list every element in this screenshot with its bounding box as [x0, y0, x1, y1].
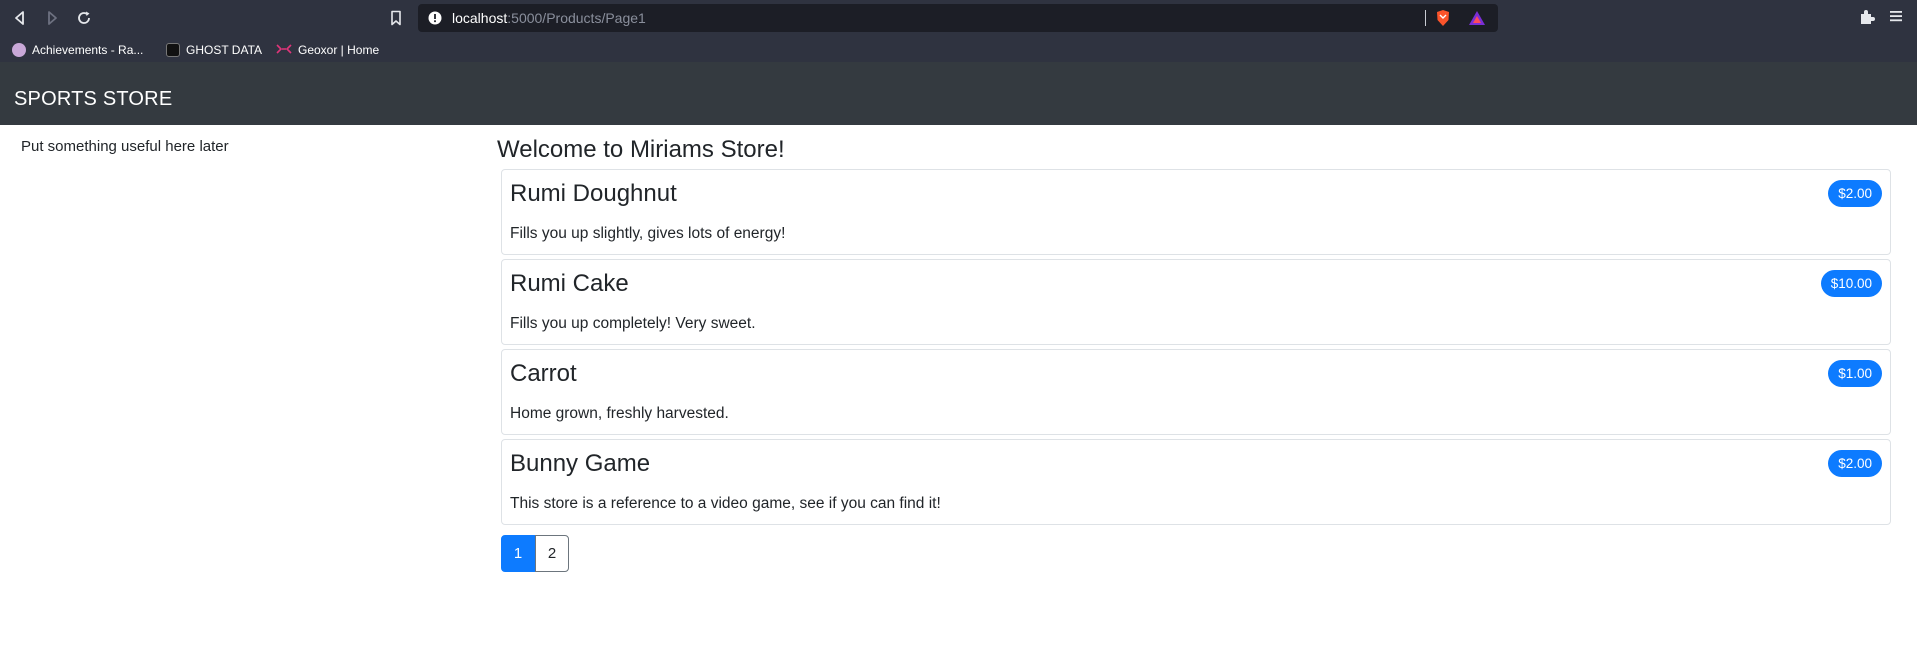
forward-icon	[48, 11, 57, 25]
brave-shields-icon[interactable]	[1434, 9, 1452, 32]
product-name: Bunny Game	[510, 450, 651, 477]
geoxor-favicon-icon	[276, 43, 292, 58]
browser-toolbar: localhost:5000/Products/Page1	[0, 0, 1917, 36]
app-navbar: SPORTS STORE	[0, 62, 1917, 125]
page-2-button[interactable]: 2	[535, 535, 569, 572]
bookmark-button[interactable]	[384, 6, 408, 30]
address-bar[interactable]: localhost:5000/Products/Page1	[418, 4, 1498, 32]
product-description: Fills you up completely! Very sweet.	[510, 315, 756, 332]
back-icon	[15, 11, 24, 25]
product-description: Home grown, freshly harvested.	[510, 405, 729, 422]
bookmark-ghost-data[interactable]: GHOST DATA	[166, 41, 262, 59]
brand-title[interactable]: SPORTS STORE	[14, 88, 172, 111]
pagination: 1 2	[501, 535, 569, 572]
page-heading: Welcome to Miriams Store!	[497, 136, 785, 163]
bookmark-achievements[interactable]: Achievements - Ra...	[12, 41, 143, 59]
url-path: :5000/Products/Page1	[507, 10, 646, 26]
price-badge: $2.00	[1828, 450, 1882, 477]
product-card: Carrot $1.00 Home grown, freshly harvest…	[501, 349, 1891, 435]
product-name: Carrot	[510, 360, 577, 387]
url-host: localhost	[452, 10, 508, 26]
brave-rewards-icon[interactable]	[1468, 10, 1486, 31]
achievements-favicon-icon	[12, 43, 26, 57]
price-badge: $10.00	[1820, 270, 1882, 297]
bookmark-label: Geoxor | Home	[298, 43, 380, 57]
back-button[interactable]	[8, 6, 32, 30]
reload-button[interactable]	[72, 6, 96, 30]
price-badge: $2.00	[1828, 180, 1882, 207]
reload-icon	[78, 11, 90, 24]
product-card: Bunny Game $2.00 This store is a referen…	[501, 439, 1891, 525]
url-text[interactable]: localhost:5000/Products/Page1	[452, 10, 646, 26]
forward-button[interactable]	[40, 6, 64, 30]
bookmark-geoxor[interactable]: Geoxor | Home	[276, 41, 379, 59]
ghost-data-favicon-icon	[166, 43, 180, 57]
product-card: Rumi Cake $10.00 Fills you up completely…	[501, 259, 1891, 345]
browser-chrome: localhost:5000/Products/Page1 Achievemen…	[0, 0, 1917, 62]
price-badge: $1.00	[1828, 360, 1882, 387]
menu-icon[interactable]	[1888, 8, 1904, 29]
address-divider	[1425, 10, 1426, 26]
product-name: Rumi Doughnut	[510, 180, 677, 207]
product-card: Rumi Doughnut $2.00 Fills you up slightl…	[501, 169, 1891, 255]
bookmark-label: Achievements - Ra...	[32, 43, 144, 57]
product-description: Fills you up slightly, gives lots of ene…	[510, 225, 786, 242]
sidebar-placeholder-text: Put something useful here later	[21, 138, 229, 155]
product-name: Rumi Cake	[510, 270, 629, 297]
page-1-button[interactable]: 1	[501, 535, 535, 572]
bookmark-icon	[391, 10, 401, 26]
product-description: This store is a reference to a video gam…	[510, 495, 941, 512]
extensions-icon[interactable]	[1858, 8, 1876, 31]
bookmarks-bar: Achievements - Ra... GHOST DATA Geoxor |…	[0, 38, 1917, 62]
bookmark-label: GHOST DATA	[186, 43, 263, 57]
site-info-icon[interactable]	[428, 11, 442, 30]
